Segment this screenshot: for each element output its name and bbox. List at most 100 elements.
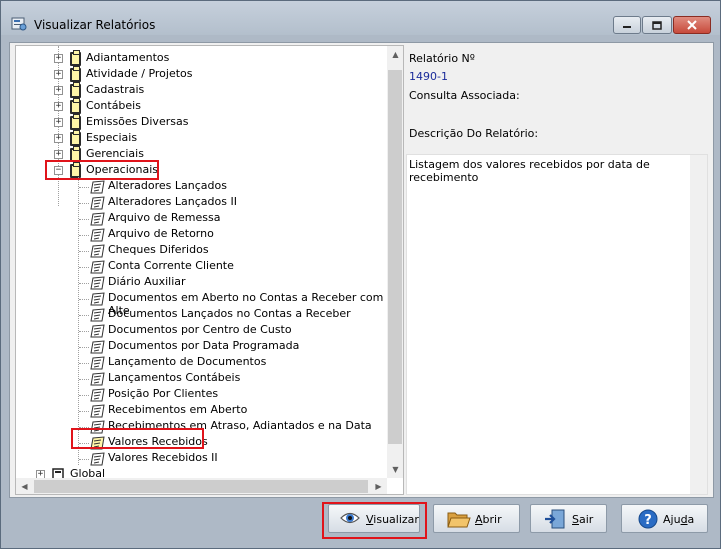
folder-icon xyxy=(70,146,81,162)
exit-button[interactable]: Sair xyxy=(530,504,607,533)
description-text: Listagem dos valores recebidos por data … xyxy=(409,158,650,184)
tree-report-label: Recebimentos em Aberto xyxy=(108,403,248,416)
tree-report-label: Documentos por Centro de Custo xyxy=(108,323,292,336)
report-icon xyxy=(90,244,105,258)
help-button[interactable]: ? Ajuda xyxy=(621,504,708,533)
report-icon xyxy=(90,324,105,338)
tree-expander-icon[interactable]: + xyxy=(54,150,63,159)
report-icon xyxy=(90,404,105,418)
maximize-icon xyxy=(652,20,662,30)
report-icon xyxy=(90,420,105,434)
window-title: Visualizar Relatórios xyxy=(34,18,156,32)
report-icon xyxy=(90,180,105,194)
report-icon xyxy=(90,308,105,322)
folder-icon xyxy=(70,66,81,82)
folder-icon xyxy=(70,114,81,130)
tree-group-label: Emissões Diversas xyxy=(86,115,189,128)
tree-report-label: Posição Por Clientes xyxy=(108,387,219,400)
tree-vertical-thumb[interactable] xyxy=(388,70,402,444)
tree-report-label: Diário Auxiliar xyxy=(108,275,186,288)
tree-report-label: Alteradores Lançados II xyxy=(108,195,237,208)
tree-group-label: Contábeis xyxy=(86,99,141,112)
dialog-body: + Adiantamentos + Atividade / Projetos + Cada… xyxy=(9,42,714,498)
report-viewer-window: Visualizar Relatórios + Adiantamentos + Ati… xyxy=(0,0,721,549)
tree-expander-icon[interactable]: + xyxy=(54,102,63,111)
tree-report-label: Lançamentos Contábeis xyxy=(108,371,241,384)
report-icon xyxy=(90,372,105,386)
report-icon xyxy=(90,196,105,210)
tree-group-label: Atividade / Projetos xyxy=(86,67,193,80)
folder-icon xyxy=(70,50,81,66)
report-number-label: Relatório Nº xyxy=(409,52,475,65)
report-icon xyxy=(90,212,105,226)
tree-expander-icon[interactable]: + xyxy=(54,134,63,143)
tree-report-label: Recebimentos em Atraso, Adiantados e na … xyxy=(108,419,372,432)
scroll-left-icon[interactable]: ◀ xyxy=(16,478,33,494)
report-icon xyxy=(90,340,105,354)
view-button-label: Visualizar xyxy=(366,513,419,526)
tree-report-label: Documentos Lançados no Contas a Receber xyxy=(108,307,351,320)
report-tree[interactable]: + Adiantamentos + Atividade / Projetos + Cada… xyxy=(15,45,404,495)
folder-open-icon xyxy=(447,512,471,528)
open-button-label: Abrir xyxy=(475,513,502,526)
tree-report-label: Lançamento de Documentos xyxy=(108,355,267,368)
report-icon xyxy=(90,388,105,402)
tree-group-label-operacionais: Operacionais xyxy=(86,163,159,176)
exit-door-icon xyxy=(545,509,565,529)
tree-report-label: Alteradores Lançados xyxy=(108,179,227,192)
tree-expander-icon[interactable]: + xyxy=(54,86,63,95)
tree-report-label: Documentos por Data Programada xyxy=(108,339,300,352)
report-icon xyxy=(90,436,105,450)
tree-report-label: Valores Recebidos II xyxy=(108,451,218,464)
tree-group-label: Cadastrais xyxy=(86,83,145,96)
help-button-label: Ajuda xyxy=(663,513,695,526)
close-icon xyxy=(687,20,697,30)
tree-report-label: Arquivo de Retorno xyxy=(108,227,214,240)
description-scrollbar[interactable] xyxy=(690,155,707,494)
report-icon xyxy=(90,292,105,306)
description-box[interactable]: Listagem dos valores recebidos por data … xyxy=(406,154,708,495)
minimize-button[interactable] xyxy=(613,16,641,34)
tree-group-label: Gerenciais xyxy=(86,147,144,160)
report-icon xyxy=(90,228,105,242)
folder-icon xyxy=(70,98,81,114)
tree-horizontal-scrollbar[interactable]: ◀ ▶ xyxy=(16,478,387,494)
tree-expander-icon[interactable]: + xyxy=(54,54,63,63)
report-icon xyxy=(90,276,105,290)
tree-report-label: Valores Recebidos xyxy=(108,435,208,448)
scroll-down-icon[interactable]: ▼ xyxy=(387,461,403,478)
minimize-icon xyxy=(623,26,631,28)
report-icon xyxy=(90,452,105,466)
svg-text:?: ? xyxy=(644,513,652,528)
tree-report-label: Cheques Diferidos xyxy=(108,243,209,256)
eye-icon xyxy=(340,512,360,524)
maximize-button[interactable] xyxy=(642,16,672,34)
tree-expander-icon[interactable]: + xyxy=(54,118,63,127)
report-app-icon xyxy=(11,17,27,31)
folder-icon xyxy=(70,82,81,98)
open-button[interactable]: Abrir xyxy=(433,504,520,533)
exit-button-label: Sair xyxy=(572,513,594,526)
title-bar[interactable]: Visualizar Relatórios xyxy=(1,1,720,35)
report-icon xyxy=(90,356,105,370)
report-number-value: 1490-1 xyxy=(409,70,448,83)
tree-group-label: Adiantamentos xyxy=(86,51,170,64)
tree-child-guide-line xyxy=(78,177,79,465)
folder-icon xyxy=(70,162,81,178)
scroll-up-icon[interactable]: ▲ xyxy=(387,46,403,63)
close-button[interactable] xyxy=(673,16,711,34)
description-label: Descrição Do Relatório: xyxy=(409,127,539,140)
tree-expander-icon[interactable]: − xyxy=(54,166,63,175)
scroll-right-icon[interactable]: ▶ xyxy=(370,478,387,494)
view-button[interactable]: Visualizar xyxy=(328,504,420,533)
tree-horizontal-thumb[interactable] xyxy=(34,480,368,493)
tree-expander-icon[interactable]: + xyxy=(54,70,63,79)
folder-icon xyxy=(70,130,81,146)
report-icon xyxy=(90,260,105,274)
tree-vertical-scrollbar[interactable]: ▲ ▼ xyxy=(387,46,403,478)
help-icon: ? xyxy=(638,509,658,529)
tree-report-label: Arquivo de Remessa xyxy=(108,211,221,224)
tree-group-label: Especiais xyxy=(86,131,138,144)
tree-report-label: Conta Corrente Cliente xyxy=(108,259,234,272)
associated-query-label: Consulta Associada: xyxy=(409,89,520,102)
